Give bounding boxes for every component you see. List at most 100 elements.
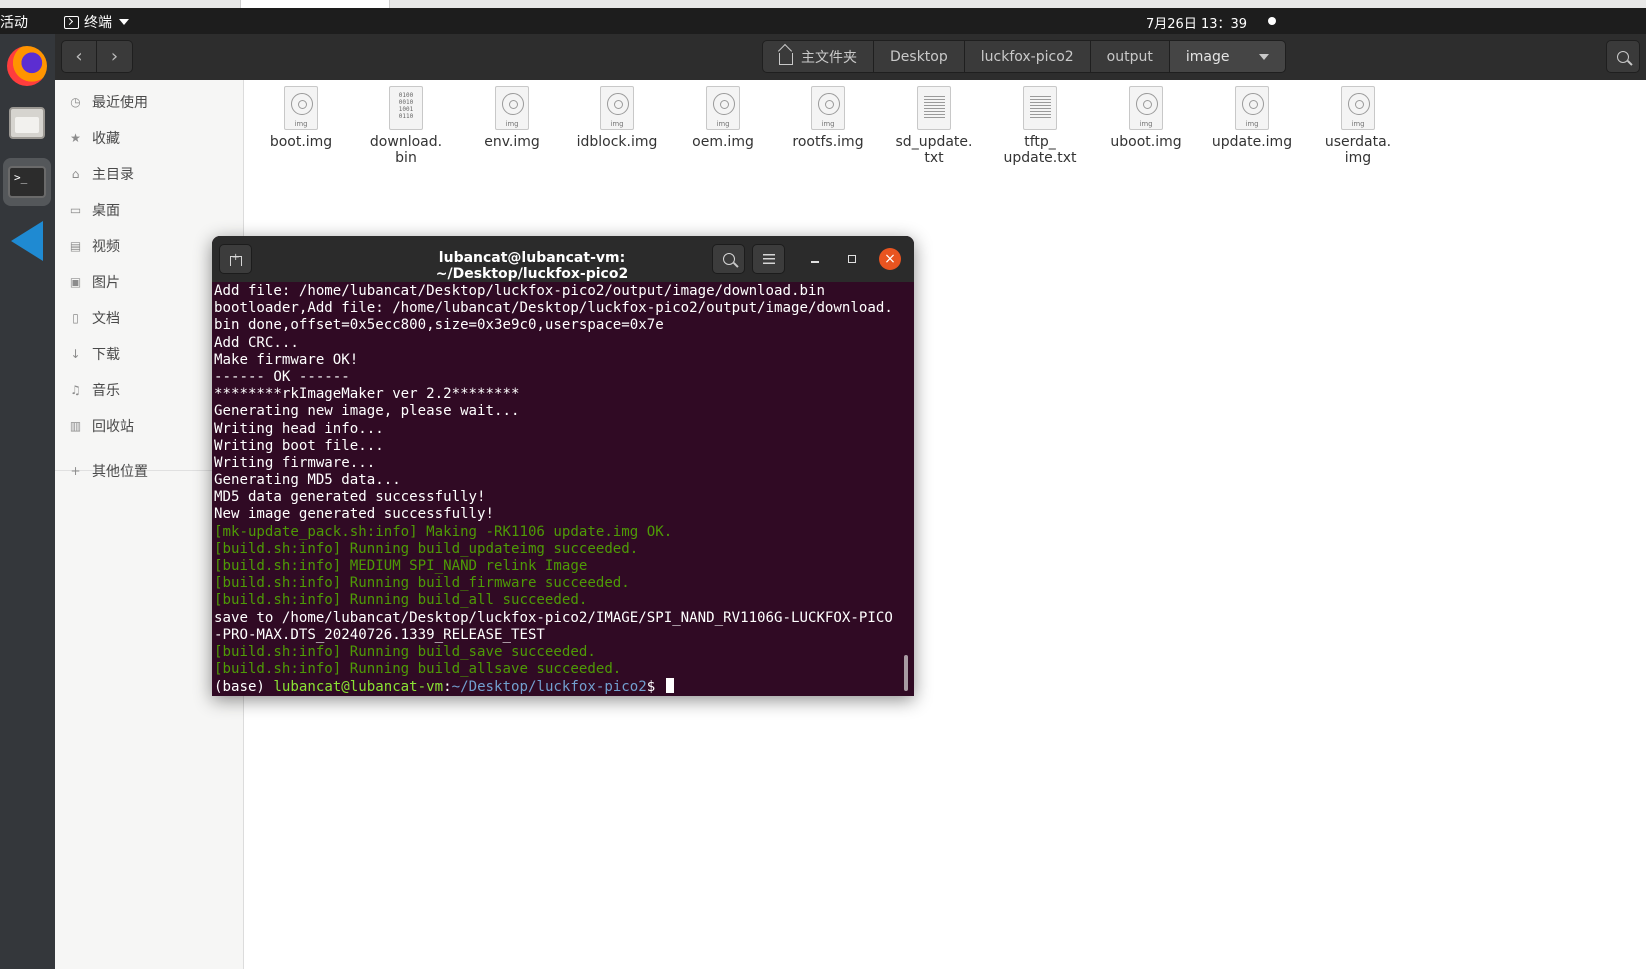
terminal-scrollbar[interactable] <box>904 655 908 691</box>
terminal-line: [mk-update_pack.sh:info] Making -RK1106 … <box>214 523 673 540</box>
file-item[interactable]: img rootfs.img <box>775 86 881 150</box>
disk-image-icon: img <box>811 86 845 130</box>
prompt-sep: : <box>443 679 452 696</box>
app-menu[interactable]: 终端 <box>64 12 129 32</box>
sidebar-item-label: 其他位置 <box>92 464 148 480</box>
terminal-line: -PRO-MAX.DTS_20240726.1339_RELEASE_TEST <box>214 626 545 643</box>
terminal-line: Add file: /home/lubancat/Desktop/luckfox… <box>214 283 825 299</box>
text-cursor <box>665 678 674 694</box>
prompt-path: ~/Desktop/luckfox-pico2 <box>451 679 647 696</box>
file-name: sd_update. txt <box>895 134 973 166</box>
file-item[interactable]: img idblock.img <box>564 86 670 150</box>
breadcrumb-desktop[interactable]: Desktop <box>874 40 965 73</box>
sidebar-item-desktop[interactable]: ▭ 桌面 <box>55 193 244 227</box>
vscode-icon <box>11 221 43 261</box>
file-name: env.img <box>484 134 540 150</box>
terminal-line: Generating MD5 data... <box>214 472 401 489</box>
file-item[interactable]: sd_update. txt <box>881 86 987 166</box>
breadcrumb-label: image <box>1185 48 1230 65</box>
file-item[interactable]: img userdata. img <box>1305 86 1411 166</box>
chevron-down-icon <box>1259 53 1270 60</box>
plus-icon: + <box>70 464 81 478</box>
back-button[interactable]: ‹ <box>61 40 97 73</box>
terminal-menu-button[interactable] <box>752 244 785 274</box>
desktop: 活动 终端 7月26日 13：39 >_ ‹ › 主文件夹 Desktop lu… <box>0 0 1646 969</box>
minimize-icon <box>811 261 819 263</box>
terminal-line: Writing firmware... <box>214 454 376 471</box>
file-item[interactable]: img env.img <box>459 86 565 150</box>
home-icon: ⌂ <box>71 167 80 181</box>
file-name: idblock.img <box>576 134 658 150</box>
file-name: uboot.img <box>1110 134 1182 150</box>
dock-terminal[interactable]: >_ <box>3 158 51 206</box>
document-icon: ▯ <box>72 311 79 325</box>
file-manager-headerbar: ‹ › 主文件夹 Desktop luckfox-pico2 output im… <box>55 34 1646 80</box>
forward-button[interactable]: › <box>97 40 133 73</box>
terminal-output[interactable]: Add file: /home/lubancat/Desktop/luckfox… <box>214 283 904 695</box>
maximize-button[interactable] <box>842 249 862 269</box>
terminal-line: Writing boot file... <box>214 437 384 454</box>
terminal-line: Generating new image, please wait... <box>214 403 520 420</box>
home-icon <box>779 52 793 65</box>
dock-firefox[interactable] <box>3 42 51 90</box>
file-item[interactable]: img oem.img <box>670 86 776 150</box>
file-item[interactable]: 0100 0010 1001 0110 download. bin <box>353 86 459 166</box>
terminal-line: ------ OK ------ <box>214 368 350 385</box>
file-name: boot.img <box>269 134 333 150</box>
terminal-icon: >_ <box>8 166 46 198</box>
text-file-icon <box>917 86 951 130</box>
terminal-line: [build.sh:info] Running build_allsave su… <box>214 661 622 678</box>
sidebar-item-home[interactable]: ⌂ 主目录 <box>55 157 244 191</box>
breadcrumb-luckfox-pico2[interactable]: luckfox-pico2 <box>964 40 1091 73</box>
nav-buttons: ‹ › <box>61 40 133 73</box>
file-item[interactable]: img boot.img <box>248 86 354 150</box>
download-icon: ↓ <box>70 347 81 361</box>
dock-files[interactable] <box>3 99 51 147</box>
sidebar-item-label: 主目录 <box>92 167 134 183</box>
close-button[interactable]: × <box>879 248 901 270</box>
desktop-icon: ▭ <box>69 203 82 217</box>
terminal-line: [build.sh:info] Running build_firmware s… <box>214 575 630 592</box>
breadcrumb-label: output <box>1106 48 1153 65</box>
chevron-down-icon <box>119 19 129 25</box>
clock[interactable]: 7月26日 13：39 <box>1146 13 1247 32</box>
hamburger-menu-icon <box>762 254 775 264</box>
disk-image-icon: img <box>284 86 318 130</box>
dock-vscode[interactable] <box>3 217 51 265</box>
search-button[interactable] <box>1606 40 1640 73</box>
minimize-button[interactable] <box>805 249 825 269</box>
notification-dot-icon <box>1268 17 1276 25</box>
activities-button[interactable]: 活动 <box>0 12 28 32</box>
terminal-line: [build.sh:info] Running build_save succe… <box>214 643 596 660</box>
terminal-headerbar: lubancat@lubancat-vm: ~/Desktop/luckfox-… <box>212 236 914 282</box>
file-name: userdata. img <box>1324 134 1392 166</box>
terminal-line: save to /home/lubancat/Desktop/luckfox-p… <box>214 609 893 626</box>
sidebar-item-label: 图片 <box>92 275 120 291</box>
trash-icon: ▥ <box>69 419 82 433</box>
file-item[interactable]: img uboot.img <box>1093 86 1199 150</box>
breadcrumb-label: Desktop <box>890 48 948 65</box>
disk-image-icon: img <box>600 86 634 130</box>
breadcrumb: 主文件夹 Desktop luckfox-pico2 output image <box>762 40 1287 73</box>
terminal-search-button[interactable] <box>712 244 745 274</box>
music-icon: ♫ <box>70 383 81 397</box>
breadcrumb-image[interactable]: image <box>1169 40 1287 73</box>
terminal-prompt[interactable]: (base) lubancat@lubancat-vm:~/Desktop/lu… <box>214 678 904 695</box>
breadcrumb-home[interactable]: 主文件夹 <box>762 40 874 73</box>
image-icon: ▣ <box>69 275 82 289</box>
disk-image-icon: img <box>1341 86 1375 130</box>
file-item[interactable]: img update.img <box>1199 86 1305 150</box>
breadcrumb-output[interactable]: output <box>1090 40 1170 73</box>
sidebar-item-starred[interactable]: ★ 收藏 <box>55 121 244 155</box>
terminal-line: bootloader,Add file: /home/lubancat/Desk… <box>214 300 893 317</box>
breadcrumb-label: 主文件夹 <box>801 49 857 66</box>
sidebar-item-label: 回收站 <box>92 419 134 435</box>
sidebar-item-label: 文档 <box>92 311 120 327</box>
new-tab-button[interactable] <box>219 244 252 274</box>
disk-image-icon: img <box>706 86 740 130</box>
sidebar-item-recent[interactable]: ◷ 最近使用 <box>55 85 244 119</box>
file-item[interactable]: tftp_ update.txt <box>987 86 1093 166</box>
underlying-tab[interactable] <box>240 0 390 8</box>
sidebar-item-label: 视频 <box>92 239 120 255</box>
file-name: update.img <box>1211 134 1293 150</box>
